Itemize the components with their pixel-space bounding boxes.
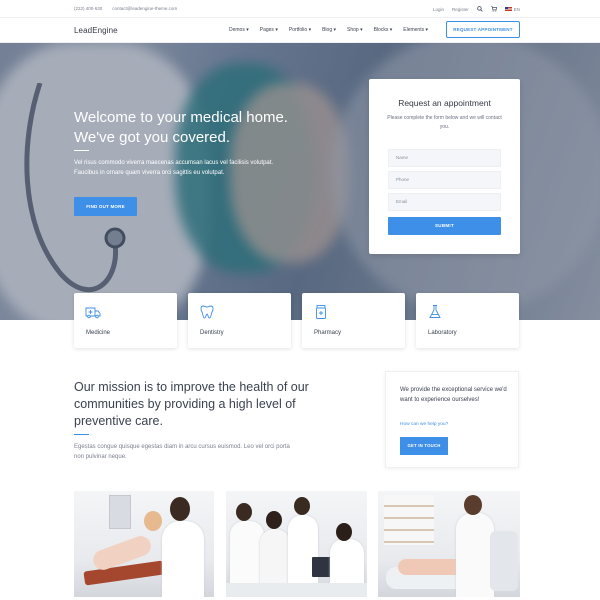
main-nav: Demos ▾ Pages ▾ Portfolio ▾ Blog ▾ Shop … [229, 27, 428, 33]
get-in-touch-button[interactable]: GET IN TOUCH [400, 437, 448, 455]
photo-person-seated-head [336, 523, 352, 541]
form-subtitle: Please complete the form below and we wi… [387, 115, 502, 130]
feature-label: Laboratory [428, 330, 457, 336]
name-field[interactable]: Name [388, 149, 501, 167]
phone-number[interactable]: (222) 400-630 [74, 6, 102, 11]
photo-chair [490, 531, 518, 591]
tooth-icon [200, 305, 214, 319]
us-flag-icon [504, 7, 512, 11]
appointment-form: Request an appointment Please complete t… [369, 79, 520, 254]
nav-item-pages[interactable]: Pages ▾ [260, 27, 278, 33]
ambulance-icon [85, 307, 101, 319]
mission-heading: Our mission is to improve the health of … [74, 380, 309, 428]
photo-doctor-head [170, 497, 190, 521]
pill-bottle-icon [316, 305, 326, 319]
cart-icon[interactable] [491, 6, 497, 12]
login-link[interactable]: Login [433, 7, 444, 12]
clinic-photo-treatment [378, 491, 520, 597]
clinic-photo-team [226, 491, 367, 597]
help-card: We provide the exceptional service we'd … [385, 371, 519, 468]
feature-label: Dentistry [200, 330, 224, 336]
photo-person-right-head [294, 497, 310, 515]
hero-divider [74, 150, 89, 151]
photo-therapist [456, 513, 494, 597]
help-link[interactable]: How can we help you? [400, 422, 448, 427]
language-label: EN [513, 6, 520, 12]
nav-item-blocks[interactable]: Blocks ▾ [374, 27, 393, 33]
feature-card-laboratory[interactable]: Laboratory [416, 293, 519, 348]
photo-child-head [144, 511, 162, 531]
feature-label: Medicine [86, 330, 111, 336]
photo-person-mid-head [266, 511, 282, 529]
top-bar: (222) 400-630 contact@leadengine-theme.c… [0, 0, 600, 18]
nav-item-elements[interactable]: Elements ▾ [403, 27, 428, 33]
photo-equipment [109, 495, 131, 529]
request-appointment-button[interactable]: REQUEST APPOINTMENT [446, 21, 520, 38]
hero-title: Welcome to your medical home. We've got … [74, 109, 288, 146]
phone-field[interactable]: Phone [388, 171, 501, 189]
flask-icon [429, 305, 441, 318]
find-out-more-button[interactable]: FIND OUT MORE [74, 197, 137, 216]
nav-item-demos[interactable]: Demos ▾ [229, 27, 249, 33]
form-title: Request an appointment [398, 98, 491, 108]
mission-divider [74, 434, 89, 435]
photo-person-left-head [236, 503, 252, 521]
feature-card-pharmacy[interactable]: Pharmacy [302, 293, 405, 348]
mission-text: Egestas congue quisque egestas diam in a… [74, 444, 290, 460]
photo-therapist-head [464, 495, 482, 515]
submit-button[interactable]: SUBMIT [388, 217, 501, 235]
register-link[interactable]: Register [452, 7, 469, 12]
feature-card-dentistry[interactable]: Dentistry [188, 293, 291, 348]
search-icon[interactable] [476, 6, 483, 12]
nav-item-blog[interactable]: Blog ▾ [322, 27, 336, 33]
site-logo[interactable]: LeadEngine [74, 26, 118, 35]
feature-label: Pharmacy [314, 330, 342, 336]
email-field[interactable]: Email [388, 193, 501, 211]
photo-doctor [162, 521, 204, 597]
help-text: We provide the exceptional service we'd … [400, 387, 507, 403]
photo-desk [226, 583, 367, 597]
contact-email[interactable]: contact@leadengine-theme.com [112, 6, 177, 11]
nav-item-shop[interactable]: Shop ▾ [347, 27, 363, 33]
clinic-photo-pediatrics [74, 491, 214, 597]
language-selector[interactable]: EN [504, 6, 520, 12]
feature-card-medicine[interactable]: Medicine [74, 293, 177, 348]
photo-shelves [384, 495, 434, 545]
hero-description: Vel risus commodo viverra maecenas accum… [74, 160, 274, 176]
nav-item-portfolio[interactable]: Portfolio ▾ [289, 27, 311, 33]
